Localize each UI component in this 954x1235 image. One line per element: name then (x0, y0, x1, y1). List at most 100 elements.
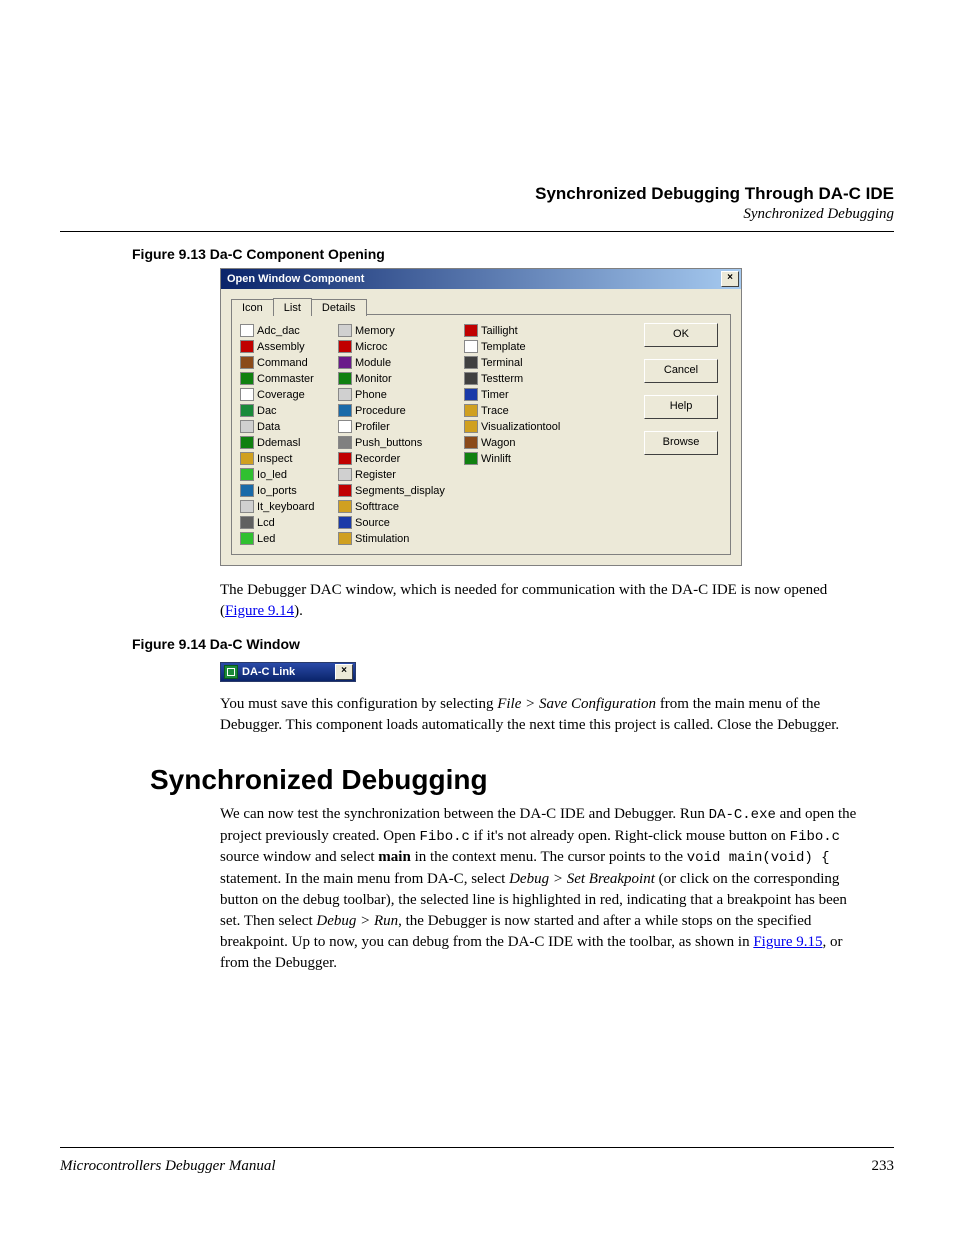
component-item-commaster[interactable]: Commaster (240, 371, 332, 386)
component-label: Terminal (481, 357, 523, 369)
component-item-stimulation[interactable]: Stimulation (338, 531, 458, 546)
component-icon (240, 388, 254, 401)
text: We can now test the synchronization betw… (220, 806, 709, 822)
component-icon (338, 372, 352, 385)
component-item-timer[interactable]: Timer (464, 387, 574, 402)
help-button[interactable]: Help (644, 395, 718, 419)
component-item-assembly[interactable]: Assembly (240, 339, 332, 354)
component-icon (240, 436, 254, 449)
component-icon (338, 516, 352, 529)
component-item-led[interactable]: Led (240, 531, 332, 546)
component-label: Softtrace (355, 501, 399, 513)
component-item-winlift[interactable]: Winlift (464, 451, 574, 466)
tab-details[interactable]: Details (311, 299, 367, 316)
component-item-procedure[interactable]: Procedure (338, 403, 458, 418)
component-label: Trace (481, 405, 509, 417)
component-label: Lcd (257, 517, 275, 529)
dialog-buttons: OK Cancel Help Browse (644, 323, 722, 546)
page-footer: Microcontrollers Debugger Manual 233 (60, 1147, 894, 1175)
component-item-it_keyboard[interactable]: It_keyboard (240, 499, 332, 514)
close-icon[interactable]: × (335, 664, 353, 680)
component-item-module[interactable]: Module (338, 355, 458, 370)
component-item-terminal[interactable]: Terminal (464, 355, 574, 370)
open-window-component-dialog: Open Window Component × Icon List Detail… (220, 268, 742, 566)
component-icon (338, 388, 352, 401)
browse-button[interactable]: Browse (644, 431, 718, 455)
component-label: Commaster (257, 373, 314, 385)
book-title: Microcontrollers Debugger Manual (60, 1158, 276, 1175)
figure-914-link[interactable]: Figure 9.14 (225, 603, 294, 619)
text: source window and select (220, 849, 378, 865)
component-item-push_buttons[interactable]: Push_buttons (338, 435, 458, 450)
dac-icon (224, 665, 238, 679)
paragraph-2: You must save this configuration by sele… (220, 694, 864, 736)
component-icon (464, 452, 478, 465)
component-icon (240, 420, 254, 433)
bold: main (378, 849, 411, 865)
component-item-command[interactable]: Command (240, 355, 332, 370)
component-item-softtrace[interactable]: Softtrace (338, 499, 458, 514)
component-item-dac[interactable]: Dac (240, 403, 332, 418)
tab-list[interactable]: List (273, 298, 312, 315)
component-label: Data (257, 421, 280, 433)
component-column-1: Adc_dacAssemblyCommand Commaster Coverage D… (240, 323, 332, 546)
figure-915-link[interactable]: Figure 9.15 (753, 934, 822, 950)
component-item-lcd[interactable]: Lcd (240, 515, 332, 530)
text: ). (294, 603, 303, 619)
page-number: 233 (872, 1158, 895, 1175)
component-item-recorder[interactable]: Recorder (338, 451, 458, 466)
dialog-body: Adc_dacAssemblyCommand Commaster Coverage D… (231, 314, 731, 555)
component-item-coverage[interactable]: Coverage (240, 387, 332, 402)
component-item-ddemasl[interactable]: Ddemasl (240, 435, 332, 450)
component-item-data[interactable]: Data (240, 419, 332, 434)
ok-button[interactable]: OK (644, 323, 718, 347)
component-item-visualizationtool[interactable]: Visualizationtool (464, 419, 574, 434)
text: if it's not already open. Right-click mo… (470, 828, 790, 844)
component-item-inspect[interactable]: Inspect (240, 451, 332, 466)
header-section: Synchronized Debugging (60, 206, 894, 223)
component-icon (464, 324, 478, 337)
figure-913-caption: Figure 9.13 Da-C Component Opening (132, 246, 894, 262)
component-icon (338, 420, 352, 433)
component-icon (240, 452, 254, 465)
close-icon[interactable]: × (721, 271, 739, 287)
component-item-microc[interactable]: Microc (338, 339, 458, 354)
component-item-memory[interactable]: Memory (338, 323, 458, 338)
dac-link-titlebar: DA-C Link × (221, 663, 355, 681)
component-icon (464, 356, 478, 369)
component-item-wagon[interactable]: Wagon (464, 435, 574, 450)
component-item-register[interactable]: Register (338, 467, 458, 482)
component-label: Phone (355, 389, 387, 401)
component-item-monitor[interactable]: Monitor (338, 371, 458, 386)
component-icon (240, 324, 254, 337)
component-label: Timer (481, 389, 509, 401)
component-item-segments_display[interactable]: Segments_display (338, 483, 458, 498)
component-label: Coverage (257, 389, 305, 401)
component-item-phone[interactable]: Phone (338, 387, 458, 402)
component-item-io_ports[interactable]: Io_ports (240, 483, 332, 498)
component-item-trace[interactable]: Trace (464, 403, 574, 418)
component-label: Io_led (257, 469, 287, 481)
component-item-testterm[interactable]: Testterm (464, 371, 574, 386)
component-label: Template (481, 341, 526, 353)
component-icon (464, 340, 478, 353)
dac-link-title: DA-C Link (242, 666, 295, 678)
component-item-adc_dac[interactable]: Adc_dac (240, 323, 332, 338)
component-icon (464, 436, 478, 449)
tab-icon[interactable]: Icon (231, 299, 274, 316)
component-label: Memory (355, 325, 395, 337)
component-item-profiler[interactable]: Profiler (338, 419, 458, 434)
header-rule (60, 231, 894, 232)
component-label: Winlift (481, 453, 511, 465)
component-item-taillight[interactable]: Taillight (464, 323, 574, 338)
component-icon (338, 324, 352, 337)
cancel-button[interactable]: Cancel (644, 359, 718, 383)
component-icon (240, 500, 254, 513)
component-item-source[interactable]: Source (338, 515, 458, 530)
component-icon (338, 468, 352, 481)
text: in the context menu. The cursor points t… (411, 849, 687, 865)
component-column-3: Taillight Template Terminal Testterm Timer Tr… (464, 323, 574, 546)
code: DA-C.exe (709, 807, 776, 823)
component-item-template[interactable]: Template (464, 339, 574, 354)
component-item-io_led[interactable]: Io_led (240, 467, 332, 482)
